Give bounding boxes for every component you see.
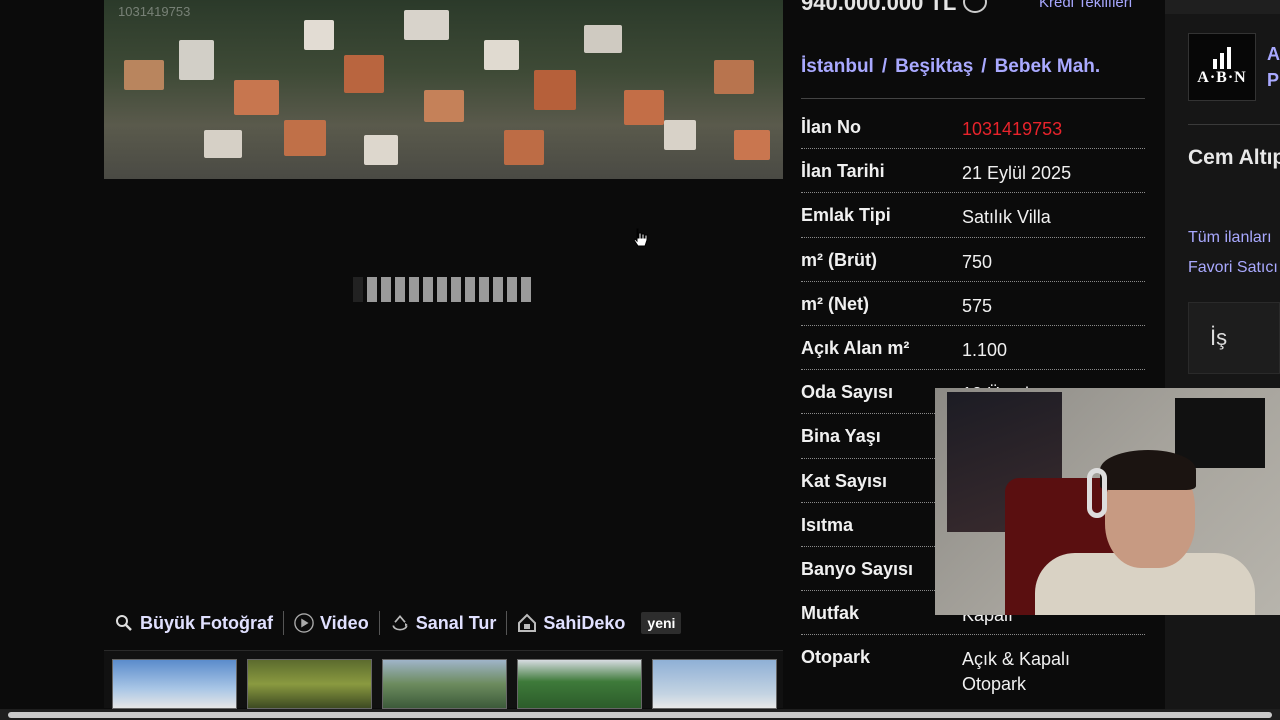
price-history-icon[interactable] — [963, 0, 987, 13]
magnifier-icon — [114, 613, 134, 633]
thumbnail[interactable] — [382, 659, 507, 709]
contact-box-label: İş — [1210, 325, 1228, 350]
detail-value: 750 — [962, 251, 993, 272]
thumbnail[interactable] — [112, 659, 237, 709]
detail-value: 575 — [962, 295, 993, 316]
detail-value: Açık & Kapalı Otopark — [962, 647, 1070, 697]
breadcrumb-separator: / — [981, 56, 987, 77]
all-listings-link[interactable]: Tüm ilanları — [1188, 229, 1272, 247]
horizontal-scrollbar[interactable] — [0, 709, 1280, 720]
listing-number: 1031419753 — [962, 119, 1063, 139]
detail-row-property-type: Emlak Tipi Satılık Villa — [801, 193, 1145, 238]
agency-logo[interactable]: A·B·N — [1188, 33, 1256, 101]
large-photo-button[interactable]: Büyük Fotoğraf — [104, 613, 283, 634]
parking-value-line1: Açık & Kapalı — [962, 649, 1071, 670]
sahideko-label: SahiDeko — [543, 612, 626, 633]
streamer-webcam-overlay — [935, 388, 1280, 615]
contact-box[interactable] — [1188, 302, 1280, 374]
360-icon — [390, 613, 410, 633]
background-monitor — [1175, 398, 1265, 468]
detail-label: Isıtma — [801, 514, 854, 535]
detail-row-open-area: Açık Alan m² 1.100 — [801, 326, 1145, 371]
hand-cursor-icon — [634, 228, 648, 247]
agency-name-line1[interactable]: A — [1267, 44, 1280, 65]
favorite-seller-link[interactable]: Favori Satıcı — [1188, 259, 1278, 277]
detail-label: Açık Alan m² — [801, 337, 910, 358]
agency-name-line2[interactable]: P — [1267, 70, 1279, 91]
detail-label: İlan Tarihi — [801, 161, 885, 182]
detail-value: Satılık Villa — [962, 207, 1051, 228]
person-hair — [1100, 450, 1196, 490]
breadcrumb-neighborhood[interactable]: Bebek Mah. — [995, 56, 1101, 78]
breadcrumb-city[interactable]: İstanbul — [801, 56, 874, 78]
listing-price: 940.000.000 TL — [801, 0, 957, 15]
detail-label: m² (Brüt) — [801, 249, 877, 270]
new-badge: yeni — [641, 612, 682, 634]
image-loading-indicator — [353, 277, 531, 302]
headset-icon — [1087, 468, 1107, 518]
sahideko-button[interactable]: SahiDeko — [507, 613, 635, 634]
thumbnail[interactable] — [247, 659, 372, 709]
main-listing-photo[interactable]: 1031419753 — [104, 0, 783, 179]
detail-label: İlan No — [801, 117, 862, 137]
thumbnail[interactable] — [652, 659, 777, 709]
logo-bars-icon — [1213, 47, 1231, 69]
seller-name: Cem Altıp — [1188, 146, 1280, 169]
breadcrumb-district[interactable]: Beşiktaş — [895, 56, 973, 78]
media-toolbar: Büyük Fotoğraf Video Sanal Tur SahiDeko … — [104, 605, 783, 641]
large-photo-label: Büyük Fotoğraf — [140, 612, 273, 633]
video-button[interactable]: Video — [284, 613, 379, 634]
parking-value-line2: Otopark — [962, 674, 1027, 695]
logo-text: A·B·N — [1197, 69, 1247, 86]
detail-row-date: İlan Tarihi 21 Eylül 2025 — [801, 149, 1145, 194]
detail-value: 1.100 — [962, 339, 1008, 360]
detail-label: Kat Sayısı — [801, 470, 888, 491]
thumbnail-strip — [104, 650, 783, 709]
sidebar-header — [1165, 0, 1280, 14]
breadcrumb-separator: / — [881, 56, 888, 77]
detail-label: Otopark — [801, 647, 871, 668]
detail-row-parking: Otopark Açık & Kapalı Otopark — [801, 635, 1145, 694]
location-breadcrumb: İstanbul / Beşiktaş / Bebek Mah. — [801, 56, 1100, 78]
virtual-tour-button[interactable]: Sanal Tur — [380, 613, 507, 634]
detail-row-net-area: m² (Net) 575 — [801, 282, 1145, 326]
detail-label: Banyo Sayısı — [801, 558, 914, 579]
photo-watermark: 1031419753 — [118, 4, 191, 19]
detail-label: Mutfak — [801, 603, 859, 624]
detail-row-gross-area: m² (Brüt) 750 — [801, 238, 1145, 282]
detail-label: Bina Yaşı — [801, 426, 881, 447]
scrollbar-thumb[interactable] — [8, 712, 1272, 718]
detail-value: 21 Eylül 2025 — [962, 163, 1072, 184]
home-icon — [517, 613, 537, 633]
breadcrumb-divider — [801, 98, 1145, 99]
play-icon — [294, 613, 314, 633]
detail-label: Emlak Tipi — [801, 205, 891, 226]
credit-offers-link[interactable]: Kredi Teklifleri — [1039, 0, 1132, 11]
sidebar-divider — [1188, 124, 1280, 125]
detail-label: Oda Sayısı — [801, 382, 894, 403]
video-label: Video — [320, 612, 369, 633]
virtual-tour-label: Sanal Tur — [415, 612, 497, 633]
detail-label: m² (Net) — [801, 293, 869, 314]
detail-row-listing-no: İlan No 1031419753 — [801, 105, 1145, 150]
thumbnail[interactable] — [517, 659, 642, 709]
